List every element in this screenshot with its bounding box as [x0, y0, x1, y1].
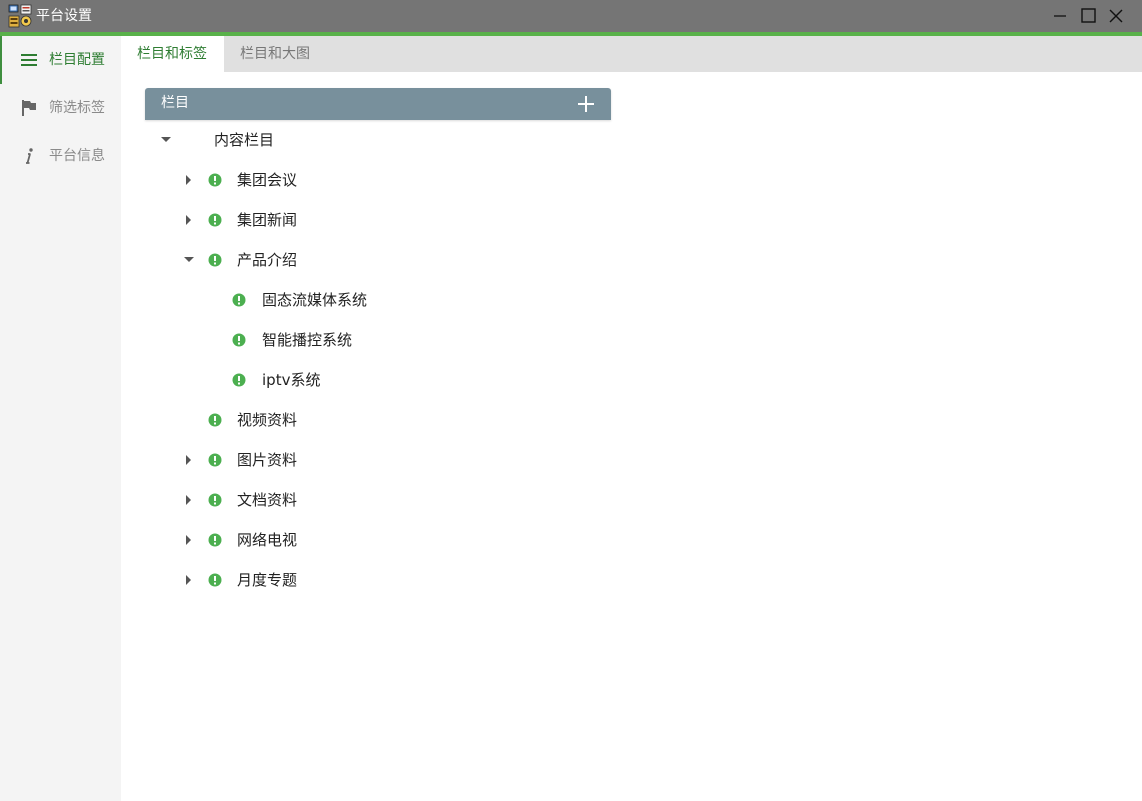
- sidebar: 栏目配置 筛选标签 平台信息: [0, 36, 121, 801]
- maximize-icon: [1081, 8, 1096, 23]
- tree-node-label: 智能播控系统: [262, 331, 353, 349]
- tab-columns-and-banners[interactable]: 栏目和大图: [224, 36, 329, 72]
- tree-node[interactable]: 网络电视: [121, 520, 1021, 560]
- status-icon: [208, 453, 222, 467]
- close-icon: [1109, 9, 1123, 23]
- menu-icon: [21, 54, 37, 66]
- tree-node-label: 固态流媒体系统: [262, 291, 368, 309]
- tree-node[interactable]: 集团新闻: [121, 200, 1021, 240]
- status-icon: [232, 333, 246, 347]
- tree-node-child[interactable]: 智能播控系统: [121, 320, 1021, 360]
- flag-icon: [22, 100, 36, 116]
- status-icon: [208, 573, 222, 587]
- sidebar-item-platform-info[interactable]: 平台信息: [0, 132, 121, 180]
- tree-node-label: 网络电视: [237, 531, 298, 549]
- status-icon: [208, 213, 222, 227]
- tab-bar: 栏目和标签 栏目和大图: [121, 36, 1142, 72]
- close-button[interactable]: [1104, 4, 1128, 28]
- caret-right-icon[interactable]: [183, 534, 195, 546]
- caret-right-icon[interactable]: [183, 494, 195, 506]
- status-icon: [208, 533, 222, 547]
- panel-title: 栏目: [161, 95, 189, 111]
- tree-node[interactable]: 产品介绍: [121, 240, 1021, 280]
- title-bar: 平台设置: [0, 0, 1142, 32]
- tree-node[interactable]: 月度专题: [121, 560, 1021, 600]
- tree-node[interactable]: 视频资料: [121, 400, 1021, 440]
- tab-label: 栏目和大图: [240, 46, 310, 62]
- caret-right-icon[interactable]: [183, 174, 195, 186]
- tree-node[interactable]: 集团会议: [121, 160, 1021, 200]
- sidebar-item-label: 栏目配置: [49, 52, 105, 68]
- tab-columns-and-tags[interactable]: 栏目和标签: [121, 36, 224, 72]
- minimize-button[interactable]: [1048, 4, 1072, 28]
- info-icon: [26, 148, 33, 164]
- caret-down-icon[interactable]: [160, 134, 172, 146]
- caret-right-icon[interactable]: [183, 574, 195, 586]
- tree-node-label: 集团新闻: [237, 211, 298, 229]
- caret-down-icon[interactable]: [183, 254, 195, 266]
- tree-node-label: 文档资料: [237, 491, 298, 509]
- caret-right-icon[interactable]: [183, 214, 195, 226]
- sidebar-item-label: 筛选标签: [49, 100, 105, 116]
- tree-node-child[interactable]: 固态流媒体系统: [121, 280, 1021, 320]
- window-title: 平台设置: [36, 8, 92, 24]
- status-icon: [208, 173, 222, 187]
- caret-right-icon[interactable]: [183, 454, 195, 466]
- minimize-icon: [1054, 15, 1066, 17]
- sidebar-item-filter-tags[interactable]: 筛选标签: [0, 84, 121, 132]
- tree-node-label: 月度专题: [237, 571, 298, 589]
- tab-label: 栏目和标签: [137, 46, 207, 62]
- tree-node-label: 视频资料: [237, 411, 298, 429]
- status-icon: [208, 493, 222, 507]
- column-panel-header: 栏目: [145, 88, 611, 120]
- tree-node-label: 产品介绍: [237, 251, 298, 269]
- maximize-button[interactable]: [1076, 4, 1100, 28]
- sidebar-item-label: 平台信息: [49, 148, 105, 164]
- app-icon: [8, 4, 32, 28]
- tree-root-label: 内容栏目: [214, 131, 275, 149]
- sidebar-item-column-config[interactable]: 栏目配置: [0, 36, 121, 84]
- tree-node[interactable]: 图片资料: [121, 440, 1021, 480]
- tree-node[interactable]: 文档资料: [121, 480, 1021, 520]
- add-icon[interactable]: [577, 95, 595, 113]
- status-icon: [208, 413, 222, 427]
- tree-node-child[interactable]: iptv系统: [121, 360, 1021, 400]
- tree-root[interactable]: 内容栏目: [121, 120, 1021, 160]
- tree-node-label: 集团会议: [237, 171, 298, 189]
- status-icon: [208, 253, 222, 267]
- tree-node-label: iptv系统: [262, 371, 321, 389]
- main-content: 栏目和标签 栏目和大图 栏目 内容栏目 集团会议 集团新闻 产品介绍 固态流媒体…: [121, 36, 1142, 801]
- status-icon: [232, 293, 246, 307]
- status-icon: [232, 373, 246, 387]
- tree-node-label: 图片资料: [237, 451, 298, 469]
